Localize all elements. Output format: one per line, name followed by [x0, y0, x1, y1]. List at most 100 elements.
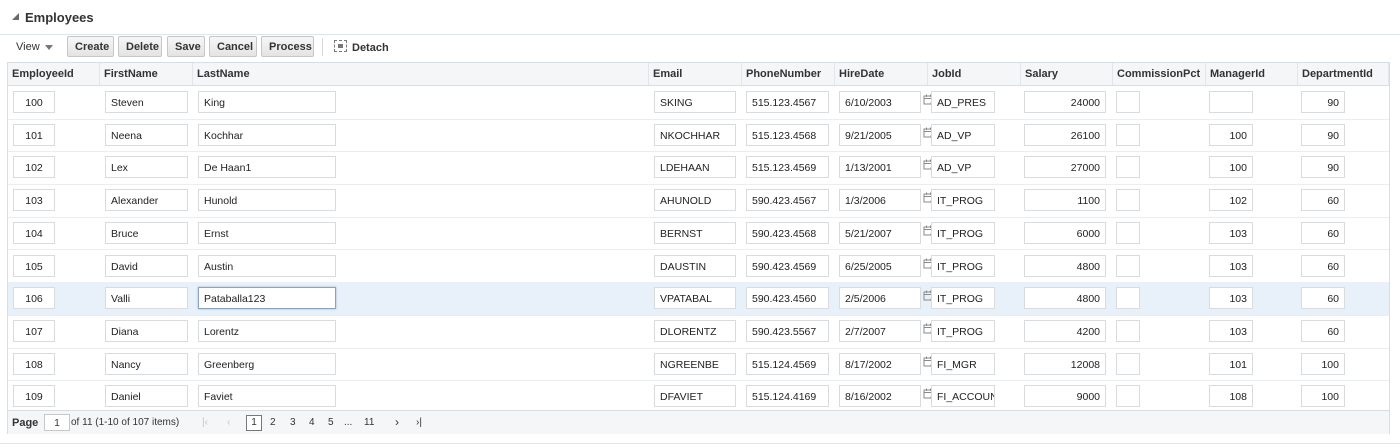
cell-manager[interactable]: 103 [1209, 221, 1253, 244]
save-button[interactable]: Save [167, 36, 205, 57]
table-row[interactable]: 109 Daniel Faviet DFAVIET 515.124.4169 8/16/2… [8, 380, 1389, 414]
cell-id[interactable]: 100 [13, 91, 55, 113]
collapse-triangle-icon[interactable] [12, 13, 19, 20]
cell-salary[interactable]: 6000 [1024, 221, 1106, 244]
column-header-managerid[interactable]: ManagerId [1206, 63, 1298, 86]
cell-first[interactable]: Neena [105, 123, 188, 146]
cell-phone[interactable]: 590.423.5567 [746, 319, 829, 342]
view-menu[interactable]: View [16, 41, 53, 53]
cell-job[interactable]: FI_ACCOUN [931, 385, 995, 408]
cell-manager[interactable]: 103 [1209, 254, 1253, 277]
page-link-11[interactable]: 11 [364, 417, 374, 428]
cell-email[interactable]: AHUNOLD [654, 189, 736, 212]
cell-email[interactable]: SKING [654, 91, 736, 113]
page-link-4[interactable]: 4 [309, 417, 315, 428]
cell-job[interactable]: IT_PROG [931, 254, 995, 277]
cell-first[interactable]: Nancy [105, 352, 188, 375]
cell-manager[interactable]: 100 [1209, 156, 1253, 179]
column-header-employeeid[interactable]: EmployeeId [8, 63, 100, 86]
cell-salary[interactable]: 1100 [1024, 189, 1106, 212]
cell-last[interactable]: Faviet [198, 385, 336, 408]
cell-id[interactable]: 105 [13, 254, 55, 277]
next-page-icon[interactable]: › [395, 415, 399, 429]
detach-button[interactable]: Detach [334, 40, 389, 54]
cell-last[interactable]: King [198, 91, 336, 113]
cell-comm[interactable] [1116, 189, 1140, 212]
cell-hire[interactable]: 9/21/2005 [839, 123, 921, 146]
cell-manager[interactable]: 101 [1209, 352, 1253, 375]
cell-email[interactable]: NGREENBE [654, 352, 736, 375]
cell-comm[interactable] [1116, 156, 1140, 179]
cell-hire[interactable]: 6/10/2003 [839, 91, 921, 113]
cell-salary[interactable]: 4200 [1024, 319, 1106, 342]
cell-email[interactable]: LDEHAAN [654, 156, 736, 179]
cell-email[interactable]: DAUSTIN [654, 254, 736, 277]
table-row[interactable]: 100 Steven King SKING 515.123.4567 6/10/2003 A… [8, 86, 1389, 120]
cell-phone[interactable]: 590.423.4560 [746, 287, 829, 310]
table-row[interactable]: 101 Neena Kochhar NKOCHHAR 515.123.4568 9/21/… [8, 119, 1389, 153]
cell-comm[interactable] [1116, 385, 1140, 408]
page-link-5[interactable]: 5 [328, 417, 334, 428]
create-button[interactable]: Create [67, 36, 114, 57]
cell-id[interactable]: 103 [13, 189, 55, 212]
cell-last[interactable]: Kochhar [198, 123, 336, 146]
last-page-icon[interactable]: ›| [416, 417, 422, 428]
table-row[interactable]: 108 Nancy Greenberg NGREENBE 515.124.4569 8/1… [8, 348, 1389, 382]
column-header-hiredate[interactable]: HireDate [835, 63, 928, 86]
cell-salary[interactable]: 4800 [1024, 287, 1106, 310]
cell-hire[interactable]: 1/13/2001 [839, 156, 921, 179]
cell-hire[interactable]: 8/17/2002 [839, 352, 921, 375]
cell-phone[interactable]: 515.124.4169 [746, 385, 829, 408]
cell-dept[interactable]: 90 [1301, 91, 1345, 113]
column-header-departmentid[interactable]: DepartmentId [1298, 63, 1389, 86]
cell-last[interactable]: Greenberg [198, 352, 336, 375]
page-link-2[interactable]: 2 [270, 417, 276, 428]
cell-id[interactable]: 106 [13, 287, 55, 310]
column-header-lastname[interactable]: LastName [193, 63, 649, 86]
cell-job[interactable]: FI_MGR [931, 352, 995, 375]
cell-first[interactable]: Steven [105, 91, 188, 113]
cell-first[interactable]: Bruce [105, 221, 188, 244]
cell-phone[interactable]: 515.124.4569 [746, 352, 829, 375]
cell-hire[interactable]: 1/3/2006 [839, 189, 921, 212]
cell-salary[interactable]: 27000 [1024, 156, 1106, 179]
cell-comm[interactable] [1116, 287, 1140, 310]
column-header-phonenumber[interactable]: PhoneNumber [742, 63, 835, 86]
cell-job[interactable]: IT_PROG [931, 221, 995, 244]
cell-salary[interactable]: 12008 [1024, 352, 1106, 375]
cell-phone[interactable]: 515.123.4567 [746, 91, 829, 113]
cell-job[interactable]: IT_PROG [931, 319, 995, 342]
cell-first[interactable]: Daniel [105, 385, 188, 408]
cell-last[interactable]: Hunold [198, 189, 336, 212]
cell-dept[interactable]: 60 [1301, 319, 1345, 342]
cell-phone[interactable]: 515.123.4568 [746, 123, 829, 146]
cell-phone[interactable]: 590.423.4567 [746, 189, 829, 212]
cell-email[interactable]: BERNST [654, 221, 736, 244]
cell-manager[interactable]: 103 [1209, 319, 1253, 342]
cell-email[interactable]: DLORENTZ [654, 319, 736, 342]
cell-dept[interactable]: 90 [1301, 156, 1345, 179]
cell-hire[interactable]: 8/16/2002 [839, 385, 921, 408]
cell-comm[interactable] [1116, 319, 1140, 342]
cell-hire[interactable]: 2/7/2007 [839, 319, 921, 342]
cell-id[interactable]: 104 [13, 221, 55, 244]
column-header-jobid[interactable]: JobId [928, 63, 1021, 86]
cell-manager[interactable]: 103 [1209, 287, 1253, 310]
table-row[interactable]: 106 Valli Pataballa123 VPATABAL 590.423.4560… [8, 282, 1389, 316]
page-link-1[interactable]: 1 [246, 415, 262, 431]
cell-comm[interactable] [1116, 352, 1140, 375]
cell-last[interactable]: Pataballa123 [198, 287, 336, 310]
cell-job[interactable]: IT_PROG [931, 287, 995, 310]
cell-id[interactable]: 102 [13, 156, 55, 179]
table-row[interactable]: 107 Diana Lorentz DLORENTZ 590.423.5567 2/7/2… [8, 315, 1389, 349]
cell-salary[interactable]: 24000 [1024, 91, 1106, 113]
table-row[interactable]: 104 Bruce Ernst BERNST 590.423.4568 5/21/2007… [8, 217, 1389, 251]
cell-hire[interactable]: 6/25/2005 [839, 254, 921, 277]
cell-email[interactable]: NKOCHHAR [654, 123, 736, 146]
cell-phone[interactable]: 515.123.4569 [746, 156, 829, 179]
cell-phone[interactable]: 590.423.4569 [746, 254, 829, 277]
delete-button[interactable]: Delete [118, 36, 162, 57]
cell-job[interactable]: IT_PROG [931, 189, 995, 212]
cell-comm[interactable] [1116, 221, 1140, 244]
cell-hire[interactable]: 2/5/2006 [839, 287, 921, 310]
